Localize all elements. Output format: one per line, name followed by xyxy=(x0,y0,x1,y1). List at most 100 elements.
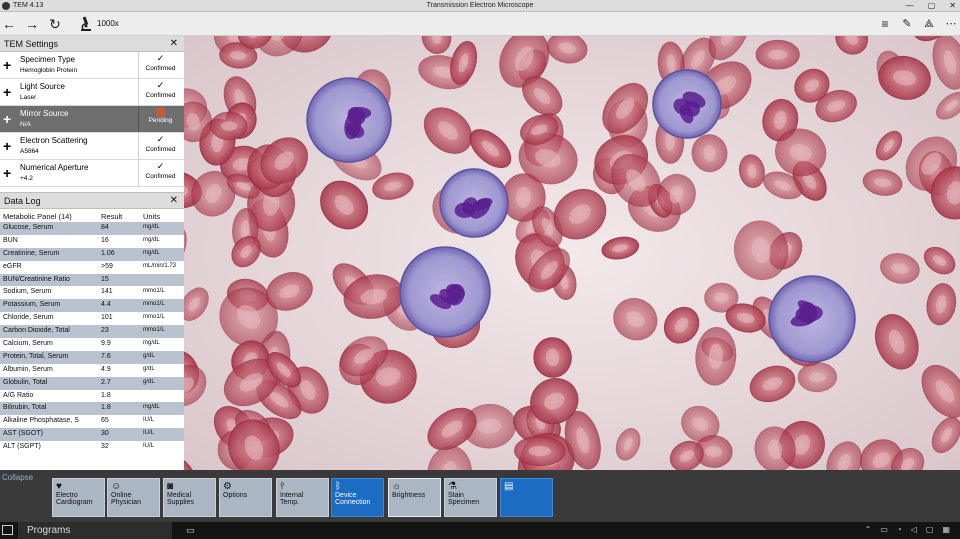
test-result: 1.06 xyxy=(101,249,115,257)
bottom-toolbar: Collapse ♥ Electro Cardiogram ☺ Online P… xyxy=(0,470,960,522)
start-icon[interactable] xyxy=(2,525,13,535)
setting-electron-scattering[interactable]: + Electron Scattering A5864 ✓ Confirmed xyxy=(0,133,184,160)
edit-note-icon[interactable]: ✎ xyxy=(898,15,916,33)
test-name: BUN xyxy=(3,236,18,244)
chevron-up-icon[interactable]: ⌃ xyxy=(865,525,872,534)
collapse-link[interactable]: Collapse xyxy=(2,473,33,482)
expand-plus-icon[interactable]: + xyxy=(3,57,11,73)
datalog-row: Albumin, Serum 4.9 g/dL xyxy=(0,364,184,377)
test-result: 101 xyxy=(101,314,113,322)
setting-status: ✓ Confirmed xyxy=(138,79,182,105)
bluetooth-icon: ᛒ xyxy=(335,481,341,492)
setting-light-source[interactable]: + Light Source Laser ✓ Confirmed xyxy=(0,79,184,106)
microscope-icon[interactable] xyxy=(77,15,95,33)
menu-lines-icon[interactable]: ≡ xyxy=(876,15,894,33)
minimize-button[interactable]: — xyxy=(906,1,914,10)
microscope-view[interactable] xyxy=(184,36,960,470)
notification-icon[interactable]: ▢ xyxy=(926,525,934,534)
tool-medical-supplies[interactable]: ◙ Medical Supplies xyxy=(163,478,216,517)
refresh-icon[interactable]: ↻ xyxy=(46,15,64,33)
datalog-row: Creatinine, Serum 1.06 mg/dL xyxy=(0,247,184,261)
tool-label: Medical xyxy=(167,492,192,499)
white-blood-cell xyxy=(306,77,392,163)
datalog-row: Potassium, Serum 4.4 mmo1/L xyxy=(0,299,184,313)
keyboard-icon[interactable]: ▦ xyxy=(942,525,950,534)
test-units: IU/L xyxy=(143,443,155,450)
setting-name: Numerical Aperture xyxy=(20,163,89,172)
test-name: Bilirubin, Total xyxy=(3,404,47,412)
tool-label: Online xyxy=(111,492,132,499)
test-result: 23 xyxy=(101,327,109,335)
setting-numerical-aperture[interactable]: + Numerical Aperture +4.2 ✓ Confirmed xyxy=(0,160,184,187)
tool-electro-cardiogram[interactable]: ♥ Electro Cardiogram xyxy=(52,478,105,517)
setting-mirror-source[interactable]: + Mirror Source N/A Pending xyxy=(0,106,184,133)
tool-label: Specimen xyxy=(448,499,480,506)
datalog-row: BUN 16 mg/dL xyxy=(0,235,184,248)
column-header: Metabolic Panel (14) xyxy=(3,212,72,221)
window-title: Transmission Electron Microscope xyxy=(426,2,534,9)
datalog-row: Globulin, Total 2.7 g/dL xyxy=(0,376,184,390)
test-name: Albumin, Serum xyxy=(3,365,53,373)
test-units: mL/min/1.73 xyxy=(143,262,177,269)
tool-label: Options xyxy=(223,492,248,499)
setting-status: ✓ Confirmed xyxy=(138,52,182,78)
setting-value: N/A xyxy=(20,121,31,128)
setting-value: +4.2 xyxy=(20,175,33,182)
test-units: IU/L xyxy=(143,417,155,424)
tool-brightness[interactable]: ☼ Brightness xyxy=(388,478,441,517)
test-result: 7.6 xyxy=(101,352,111,360)
forward-arrow-icon[interactable]: → xyxy=(23,15,41,33)
status-label: Confirmed xyxy=(145,92,176,99)
test-name: Chloride, Serum xyxy=(3,314,54,322)
datalog-row: Alkaline Phosphatase, S 65 IU/L xyxy=(0,415,184,428)
test-result: 1.8 xyxy=(101,404,111,412)
battery-icon[interactable]: ▭ xyxy=(880,525,888,534)
title-bar: TEM 4.13 Transmission Electron Microscop… xyxy=(0,0,960,12)
tool-device-connection[interactable]: ᛒ Device Connection xyxy=(331,478,384,517)
tool-stain-specimen[interactable]: ⚗ Stain Specimen xyxy=(444,478,497,517)
app-window: TEM 4.13 Transmission Electron Microscop… xyxy=(0,0,960,539)
tool-options[interactable]: ⚙ Options xyxy=(219,478,272,517)
tool-label: Device xyxy=(335,492,357,499)
test-result: 15 xyxy=(101,275,109,283)
share-icon[interactable]: ⟁ xyxy=(920,15,938,33)
close-button[interactable]: ✕ xyxy=(949,1,956,10)
programs-button[interactable]: Programs xyxy=(18,522,172,539)
close-settings-icon[interactable]: ✕ xyxy=(170,38,178,49)
maximize-button[interactable]: ▢ xyxy=(928,1,936,10)
expand-plus-icon[interactable]: + xyxy=(3,138,11,154)
test-name: Protein, Total, Serum xyxy=(3,352,69,360)
test-result: >59 xyxy=(101,262,113,270)
status-label: Pending xyxy=(148,117,173,124)
wifi-icon[interactable]: ◔ xyxy=(897,525,902,534)
volume-icon[interactable]: ◁ xyxy=(911,525,917,534)
expand-plus-icon[interactable]: + xyxy=(3,111,11,127)
test-units: mmo1/L xyxy=(143,301,165,308)
datalog-row: eGFR >59 mL/min/1.73 xyxy=(0,261,184,274)
back-arrow-icon[interactable]: ← xyxy=(0,15,18,33)
tool-clipboard[interactable]: ▤ xyxy=(500,478,553,517)
tool-label: Electro xyxy=(56,492,78,499)
test-units: g/dL xyxy=(143,352,155,359)
tool-online-physician[interactable]: ☺ Online Physician xyxy=(107,478,160,517)
tool-internal-temp[interactable]: ⫯ Internal Temp. xyxy=(276,478,329,517)
status-label: Confirmed xyxy=(145,173,176,180)
setting-name: Mirror Source xyxy=(20,109,69,118)
test-units: g/dL xyxy=(143,365,155,372)
more-icon[interactable]: ⋯ xyxy=(942,15,960,33)
test-name: Carbon Dioxide, Total xyxy=(3,327,70,335)
blood-smear-image xyxy=(184,36,960,470)
test-result: 141 xyxy=(101,288,113,296)
test-units: mg/dL xyxy=(143,404,160,411)
close-datalog-icon[interactable]: ✕ xyxy=(170,195,178,206)
task-view-icon[interactable]: ▭ xyxy=(186,525,195,536)
setting-specimen-type[interactable]: + Specimen Type Hemoglobin Protein ✓ Con… xyxy=(0,52,184,79)
test-name: Glucose, Serum xyxy=(3,224,54,231)
expand-plus-icon[interactable]: + xyxy=(3,165,11,181)
red-blood-cell xyxy=(755,39,800,70)
datalog-table: Metabolic Panel (14) Result Units Glucos… xyxy=(0,209,184,454)
expand-plus-icon[interactable]: + xyxy=(3,84,11,100)
pending-dot-icon xyxy=(157,109,164,116)
clipboard-icon: ▤ xyxy=(504,481,514,492)
datalog-title: Data Log xyxy=(4,196,41,206)
